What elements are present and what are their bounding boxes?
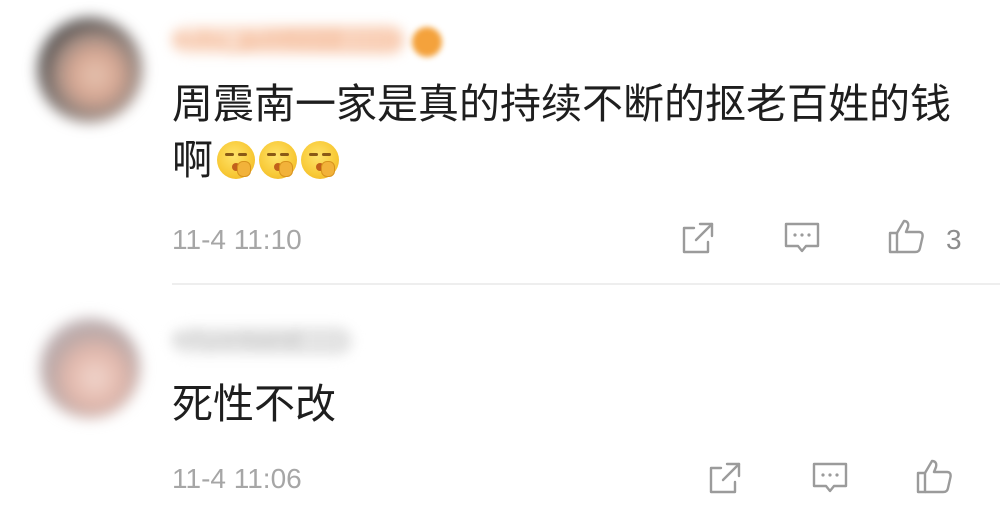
share-icon	[709, 462, 741, 494]
comment-divider	[172, 283, 1000, 285]
share-button[interactable]	[678, 218, 718, 258]
vip-badge-icon	[412, 27, 442, 57]
comment-timestamp: 11-4 11:10	[172, 224, 302, 255]
username[interactable]: bubu_guiii0222	[172, 26, 404, 54]
comment-text-line: 周震南一家是真的持续不断的抠老百姓的钱	[172, 80, 951, 128]
reply-button[interactable]	[782, 218, 822, 258]
like-button[interactable]	[914, 456, 954, 496]
shush-emoji-icon	[259, 141, 297, 179]
share-button[interactable]	[705, 458, 745, 498]
comment-timestamp: 11-4 11:06	[172, 463, 302, 494]
avatar[interactable]	[38, 18, 142, 122]
username[interactable]: hillyonband	[172, 327, 352, 355]
reply-icon	[812, 462, 848, 493]
comment-text: 死性不改	[172, 380, 336, 428]
comment-text-line: 啊	[172, 132, 972, 188]
thumbs-up-icon	[888, 219, 924, 254]
comment-text-fragment: 啊	[172, 136, 213, 184]
reply-button[interactable]	[810, 458, 850, 498]
shush-emoji-icon	[217, 141, 255, 179]
shush-emoji-icon	[301, 141, 339, 179]
share-icon	[682, 222, 714, 254]
comment-text: 周震南一家是真的持续不断的抠老百姓的钱 啊	[172, 76, 972, 188]
avatar[interactable]	[40, 318, 140, 418]
thumbs-up-icon	[916, 459, 952, 494]
comment-item: bubu_guiii0222 周震南一家是真的持续不断的抠老百姓的钱 啊 11-…	[0, 0, 1000, 283]
like-button[interactable]	[886, 216, 926, 256]
reply-icon	[784, 222, 820, 253]
like-count: 3	[946, 224, 962, 255]
